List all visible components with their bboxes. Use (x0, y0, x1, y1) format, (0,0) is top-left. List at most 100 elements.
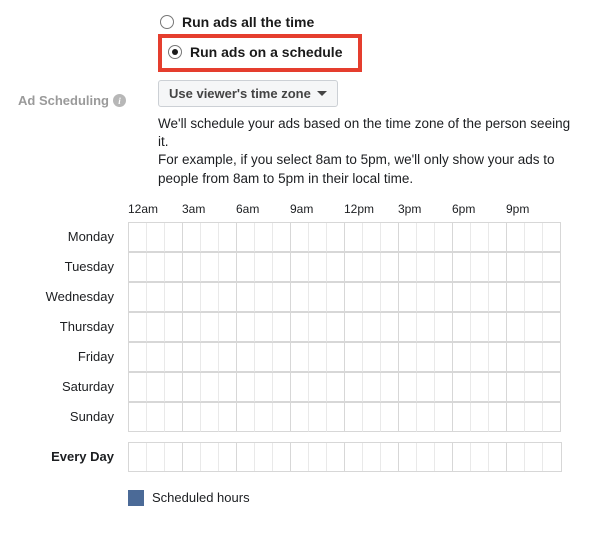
schedule-cell[interactable] (363, 253, 381, 282)
schedule-cell[interactable] (327, 253, 345, 282)
schedule-cell[interactable] (201, 443, 219, 471)
schedule-cell[interactable] (273, 283, 291, 312)
schedule-cell[interactable] (309, 223, 327, 252)
schedule-cell[interactable] (165, 283, 183, 312)
schedule-cell[interactable] (417, 283, 435, 312)
schedule-cell[interactable] (507, 223, 525, 252)
schedule-cell[interactable] (237, 373, 255, 402)
schedule-cell[interactable] (147, 403, 165, 432)
schedule-cell[interactable] (453, 223, 471, 252)
schedule-cell[interactable] (363, 403, 381, 432)
schedule-cell[interactable] (525, 373, 543, 402)
row-cells[interactable] (128, 342, 561, 372)
schedule-cell[interactable] (183, 223, 201, 252)
schedule-cell[interactable] (201, 313, 219, 342)
schedule-cell[interactable] (381, 373, 399, 402)
schedule-cell[interactable] (453, 313, 471, 342)
schedule-cell[interactable] (435, 343, 453, 372)
schedule-cell[interactable] (219, 343, 237, 372)
radio-run-all-time[interactable]: Run ads all the time (158, 12, 582, 32)
schedule-cell[interactable] (489, 403, 507, 432)
schedule-cell[interactable] (543, 283, 561, 312)
schedule-cell[interactable] (507, 253, 525, 282)
schedule-cell[interactable] (507, 443, 525, 471)
schedule-cell[interactable] (399, 223, 417, 252)
schedule-cell[interactable] (507, 283, 525, 312)
schedule-cell[interactable] (435, 313, 453, 342)
schedule-cell[interactable] (183, 443, 201, 471)
schedule-cell[interactable] (273, 253, 291, 282)
schedule-cell[interactable] (345, 223, 363, 252)
schedule-cell[interactable] (219, 373, 237, 402)
row-cells[interactable] (128, 222, 561, 252)
schedule-cell[interactable] (309, 443, 327, 471)
schedule-cell[interactable] (165, 253, 183, 282)
schedule-cell[interactable] (507, 403, 525, 432)
schedule-cell[interactable] (129, 253, 147, 282)
schedule-cell[interactable] (363, 443, 381, 471)
schedule-cell[interactable] (183, 313, 201, 342)
schedule-cell[interactable] (291, 403, 309, 432)
schedule-cell[interactable] (345, 283, 363, 312)
schedule-cell[interactable] (183, 343, 201, 372)
schedule-cell[interactable] (219, 443, 237, 471)
schedule-cell[interactable] (291, 223, 309, 252)
schedule-cell[interactable] (309, 403, 327, 432)
schedule-cell[interactable] (453, 343, 471, 372)
schedule-cell[interactable] (471, 403, 489, 432)
schedule-cell[interactable] (309, 283, 327, 312)
schedule-cell[interactable] (363, 223, 381, 252)
schedule-cell[interactable] (309, 343, 327, 372)
schedule-cell[interactable] (345, 403, 363, 432)
schedule-cell[interactable] (345, 343, 363, 372)
schedule-cell[interactable] (147, 313, 165, 342)
schedule-cell[interactable] (147, 373, 165, 402)
schedule-cell[interactable] (327, 443, 345, 471)
schedule-cell[interactable] (147, 253, 165, 282)
schedule-cell[interactable] (255, 373, 273, 402)
schedule-cell[interactable] (543, 253, 561, 282)
schedule-cell[interactable] (183, 373, 201, 402)
schedule-cell[interactable] (417, 443, 435, 471)
schedule-cell[interactable] (417, 223, 435, 252)
schedule-cell[interactable] (273, 343, 291, 372)
schedule-cell[interactable] (489, 253, 507, 282)
schedule-cell[interactable] (453, 403, 471, 432)
schedule-cell[interactable] (363, 343, 381, 372)
schedule-cell[interactable] (237, 403, 255, 432)
schedule-cell[interactable] (147, 223, 165, 252)
schedule-cell[interactable] (237, 313, 255, 342)
schedule-cell[interactable] (399, 343, 417, 372)
schedule-cell[interactable] (399, 443, 417, 471)
schedule-cell[interactable] (129, 373, 147, 402)
schedule-cell[interactable] (435, 253, 453, 282)
schedule-cell[interactable] (327, 343, 345, 372)
schedule-cell[interactable] (399, 373, 417, 402)
schedule-cell[interactable] (489, 343, 507, 372)
schedule-cell[interactable] (237, 283, 255, 312)
schedule-cell[interactable] (291, 373, 309, 402)
schedule-cell[interactable] (471, 373, 489, 402)
schedule-cell[interactable] (363, 283, 381, 312)
row-cells[interactable] (128, 312, 561, 342)
schedule-cell[interactable] (489, 443, 507, 471)
schedule-cell[interactable] (129, 443, 147, 471)
schedule-cell[interactable] (255, 223, 273, 252)
schedule-cell[interactable] (129, 343, 147, 372)
schedule-cell[interactable] (237, 253, 255, 282)
radio-run-schedule[interactable]: Run ads on a schedule (166, 42, 342, 62)
schedule-cell[interactable] (201, 253, 219, 282)
schedule-cell[interactable] (543, 403, 561, 432)
schedule-cell[interactable] (543, 313, 561, 342)
schedule-cell[interactable] (507, 373, 525, 402)
schedule-cell[interactable] (309, 253, 327, 282)
schedule-cell[interactable] (363, 373, 381, 402)
schedule-cell[interactable] (453, 253, 471, 282)
schedule-cell[interactable] (255, 253, 273, 282)
schedule-cell[interactable] (471, 443, 489, 471)
schedule-cell[interactable] (237, 223, 255, 252)
schedule-cell[interactable] (399, 283, 417, 312)
everyday-cells[interactable] (128, 442, 562, 472)
schedule-cell[interactable] (201, 373, 219, 402)
info-icon[interactable]: i (113, 94, 126, 107)
